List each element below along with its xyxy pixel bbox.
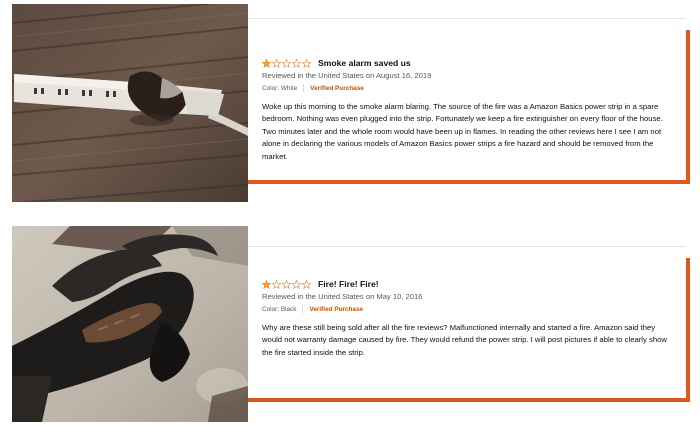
review-date: Reviewed in the United States on August … [262,71,432,80]
review-date: Reviewed in the United States on May 10,… [262,292,423,301]
review-card: Smoke alarm saved us Reviewed in the Uni… [248,18,690,184]
verified-purchase-badge: Verified Purchase [310,84,364,92]
review-content: Smoke alarm saved us Reviewed in the Uni… [262,57,674,163]
star-empty-icon [282,58,291,68]
review-attributes: Color: White Verified Purchase [262,84,674,92]
review-header: Fire! Fire! Fire! [262,278,674,290]
review-body: Woke up this morning to the smoke alarm … [262,102,663,161]
star-empty-icon [272,279,281,289]
star-empty-icon [272,58,281,68]
star-filled-icon [262,279,271,289]
attribute-divider [302,305,304,313]
review-photo-melted-black-strip[interactable] [12,226,248,422]
star-filled-icon [262,58,271,68]
review-header: Smoke alarm saved us [262,57,674,69]
review-content: Fire! Fire! Fire! Reviewed in the United… [262,278,674,359]
verified-purchase-badge: Verified Purchase [309,305,364,313]
review-card: Fire! Fire! Fire! Reviewed in the United… [248,246,690,402]
product-color-link[interactable]: Color: White [262,85,297,92]
star-empty-icon [302,279,311,289]
burned-power-strip-photo-icon [12,4,248,202]
product-color-link[interactable]: Color: Black [262,306,296,313]
attribute-divider [303,84,305,92]
star-rating[interactable] [262,58,312,68]
star-rating[interactable] [262,279,312,289]
review-title[interactable]: Fire! Fire! Fire! [318,279,379,289]
review-body: Why are these still being sold after all… [262,323,667,357]
star-empty-icon [302,58,311,68]
review-title[interactable]: Smoke alarm saved us [318,58,411,68]
star-empty-icon [292,58,301,68]
melted-power-strip-photo-icon [12,226,248,422]
star-empty-icon [292,279,301,289]
star-empty-icon [282,279,291,289]
review-photo-burned-white-strip[interactable] [12,4,248,202]
review-attributes: Color: Black Verified Purchase [262,305,674,313]
